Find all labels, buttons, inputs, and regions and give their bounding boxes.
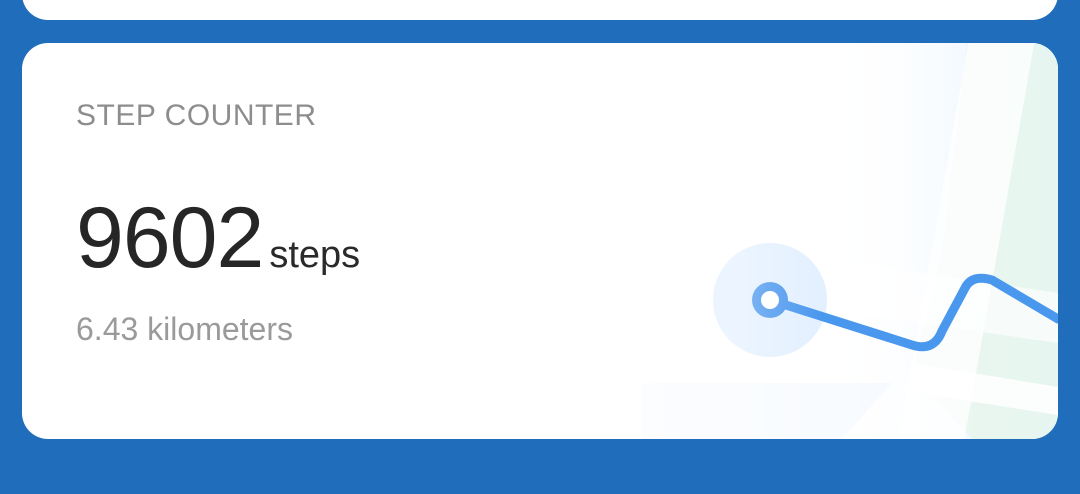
step-count-value: 9602 [76, 190, 264, 286]
step-count-unit: steps [269, 234, 361, 276]
route-map-icon [642, 43, 1058, 439]
distance-text: 6.43 kilometers [76, 311, 293, 347]
step-counter-card[interactable]: STEP COUNTER 9602 steps 6.43 kilometers [22, 43, 1058, 439]
previous-card[interactable] [22, 0, 1058, 20]
card-title: STEP COUNTER [76, 99, 317, 132]
step-count-row: 9602 steps [76, 195, 360, 281]
